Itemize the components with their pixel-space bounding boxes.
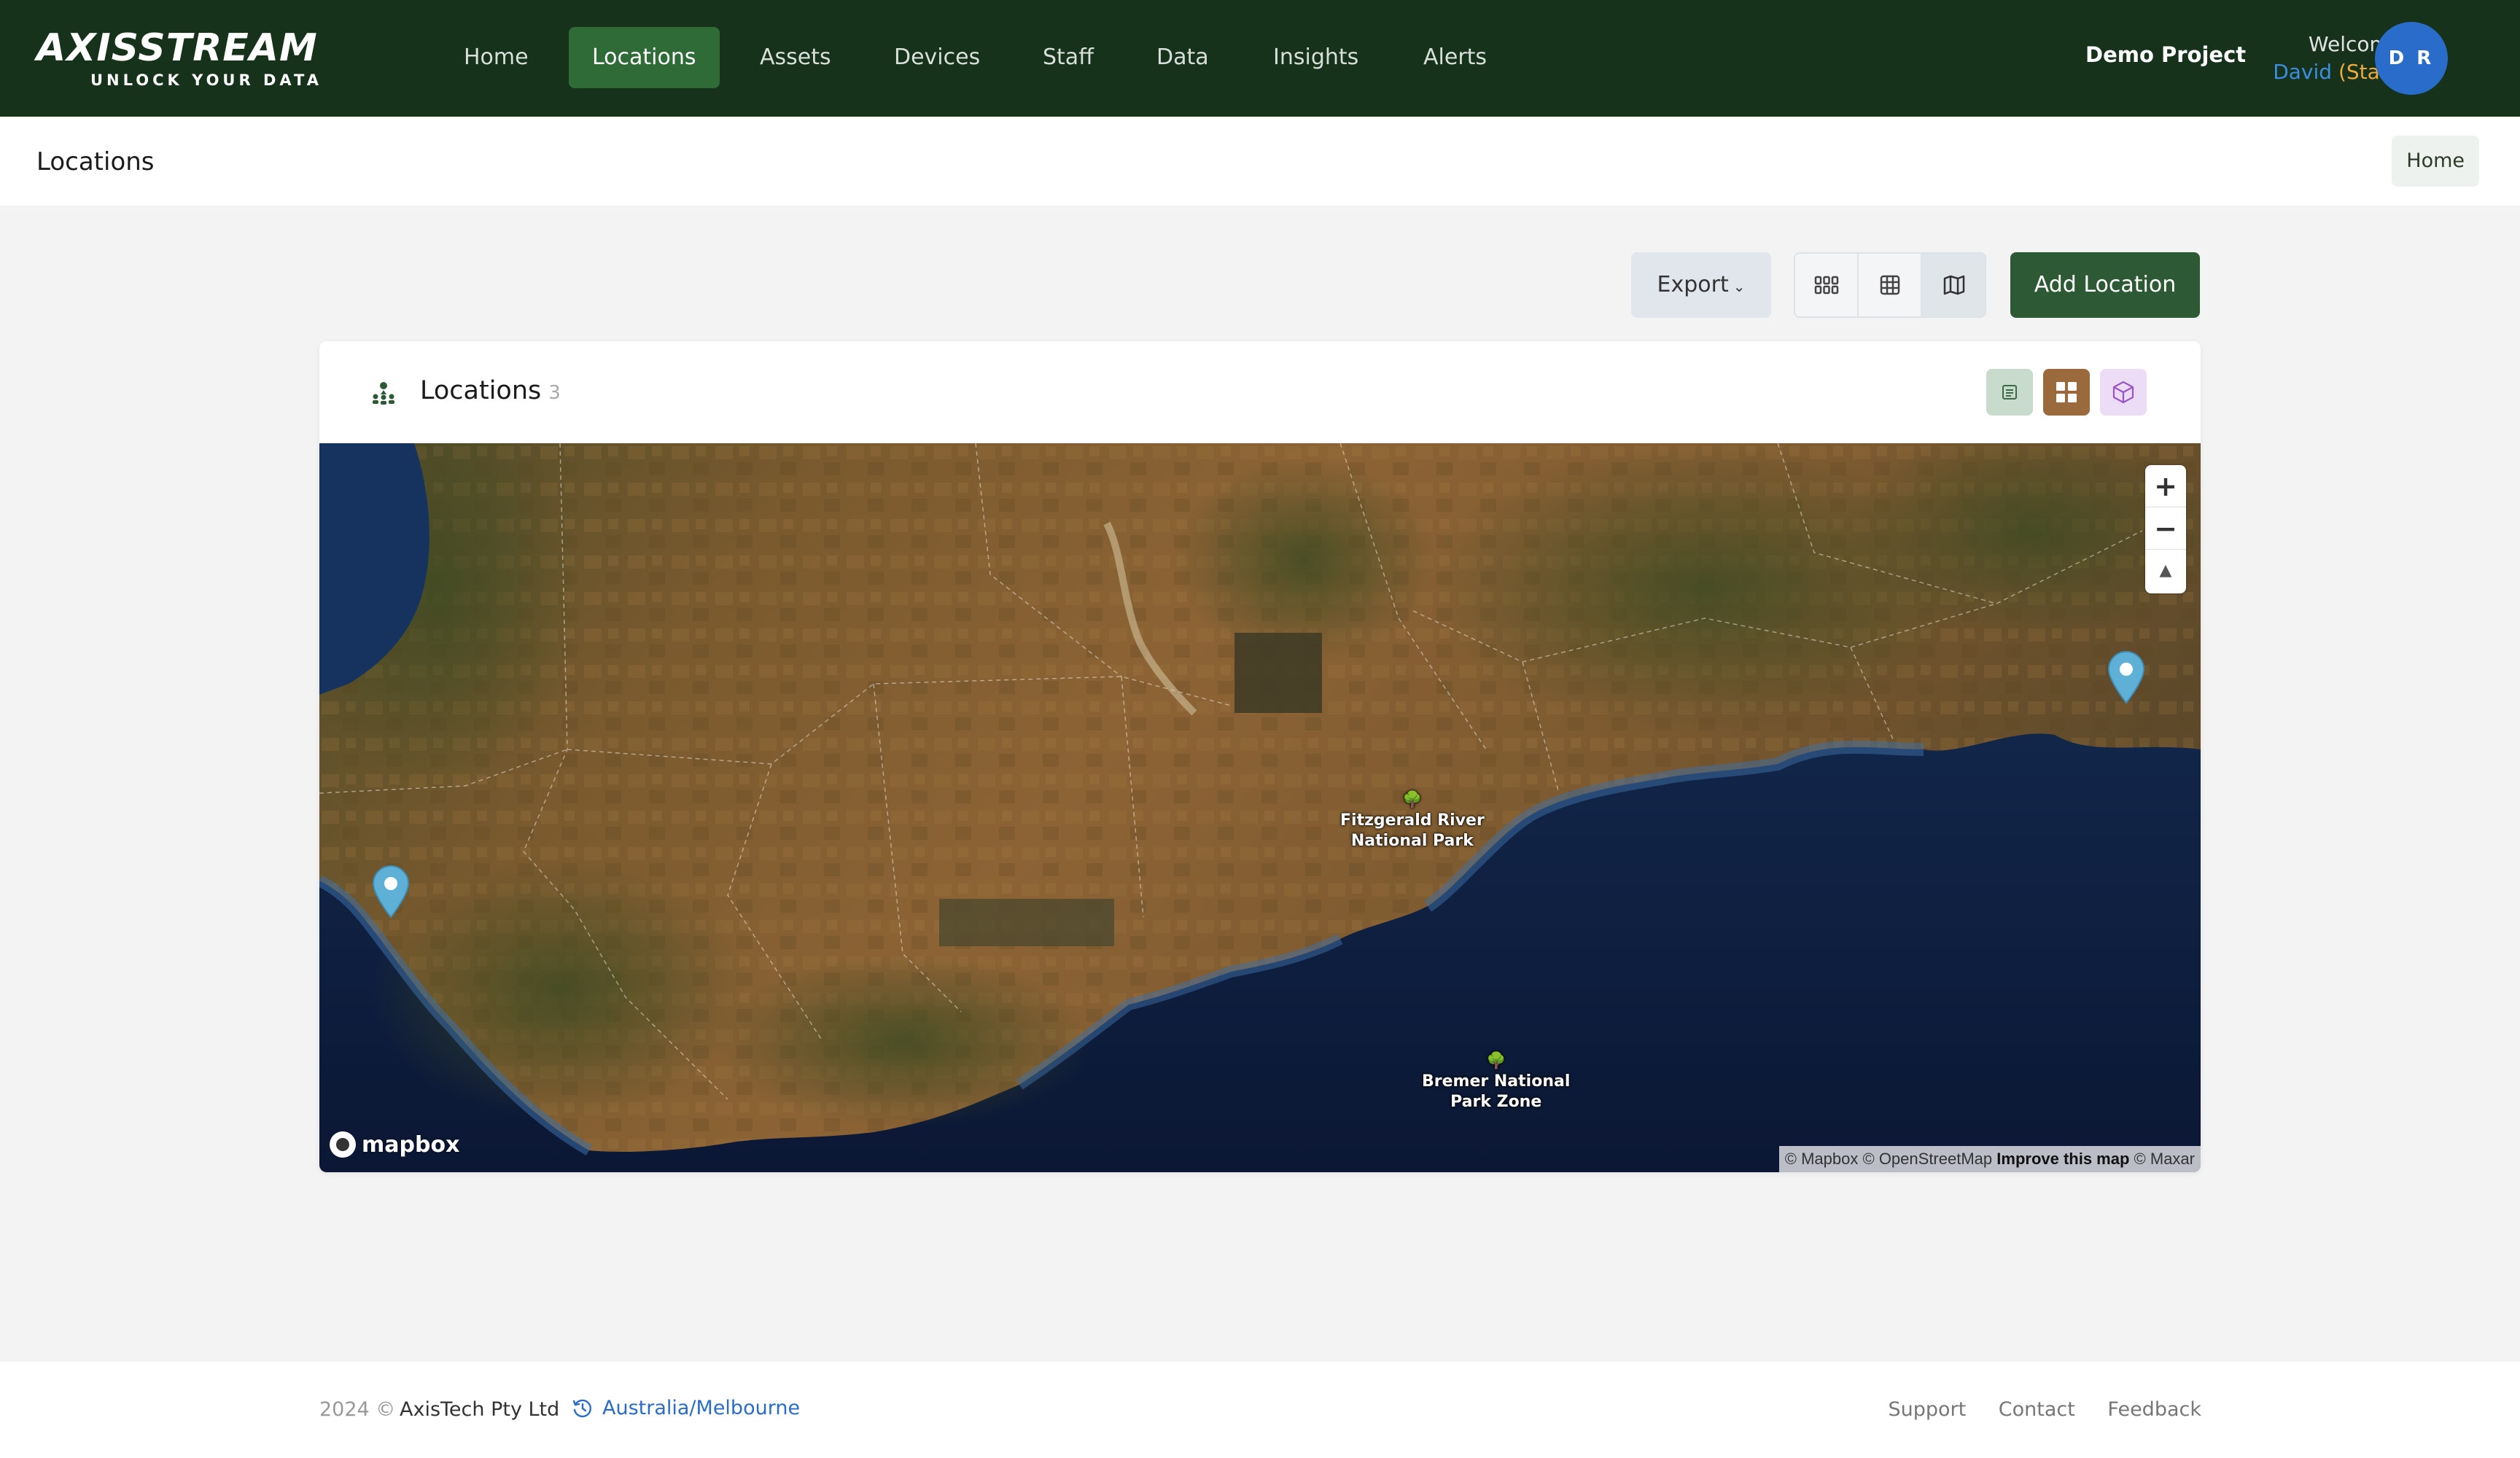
copyright-year: 2024 © — [319, 1398, 396, 1421]
user-name: David — [2273, 60, 2333, 84]
mapbox-logo[interactable]: mapbox — [330, 1131, 459, 1158]
company-name: AxisTech Pty Ltd — [400, 1398, 560, 1421]
feedback-link[interactable]: Feedback — [2107, 1398, 2201, 1421]
poi-bremer[interactable]: 🌳 Bremer National Park Zone — [1422, 1051, 1570, 1112]
grid-mode-button[interactable] — [2043, 369, 2090, 416]
satellite-map[interactable]: + − ▲ 🌳 Fitzgerald River National Park 🌳… — [319, 443, 2201, 1172]
card-title-text: Locations — [420, 376, 542, 405]
chevron-down-icon: ⌄ — [1732, 278, 1746, 295]
list-icon — [2002, 385, 2017, 399]
list-mode-button[interactable] — [1986, 369, 2033, 416]
view-mode-group — [1794, 252, 1986, 318]
park-icon: 🌳 — [1485, 1052, 1506, 1070]
mapbox-wordmark: mapbox — [362, 1131, 460, 1158]
3d-mode-button[interactable] — [2100, 369, 2147, 416]
export-label: Export — [1657, 272, 1729, 297]
contact-link[interactable]: Contact — [1999, 1398, 2075, 1421]
attribution-osm[interactable]: © OpenStreetMap — [1863, 1150, 1993, 1168]
poi-line2: Park Zone — [1450, 1093, 1542, 1111]
nav-staff[interactable]: Staff — [1019, 27, 1117, 88]
zoom-out-button[interactable]: − — [2145, 507, 2186, 550]
poi-fitzgerald-river[interactable]: 🌳 Fitzgerald River National Park — [1340, 790, 1485, 851]
nav-assets[interactable]: Assets — [736, 27, 855, 88]
table-view-button[interactable] — [1859, 254, 1922, 316]
compass-button[interactable]: ▲ — [2145, 550, 2186, 592]
user-avatar[interactable]: D R — [2375, 22, 2448, 95]
improve-map-link[interactable]: Improve this map — [1996, 1150, 2129, 1168]
project-selector[interactable]: Demo Project — [2085, 42, 2246, 67]
location-marker[interactable] — [370, 863, 411, 919]
grid-dots-icon — [1814, 276, 1838, 295]
nav-insights[interactable]: Insights — [1250, 27, 1382, 88]
breadcrumb-home[interactable]: Home — [2392, 136, 2479, 187]
nav-home[interactable]: Home — [440, 27, 552, 88]
brand-name: AXISSTREAM — [36, 26, 318, 70]
mapbox-icon — [330, 1131, 356, 1158]
location-marker[interactable] — [2106, 649, 2147, 704]
map-attribution: © Mapbox © OpenStreetMap Improve this ma… — [1778, 1146, 2201, 1172]
satellite-imagery — [319, 443, 2201, 1172]
poi-line2: National Park — [1350, 832, 1474, 850]
timezone-link[interactable]: Australia/Melbourne — [572, 1397, 800, 1419]
cube-icon — [2112, 381, 2134, 404]
nav-data[interactable]: Data — [1133, 27, 1232, 88]
poi-line1: Bremer National — [1422, 1072, 1571, 1091]
nav-locations[interactable]: Locations — [569, 27, 720, 88]
location-people-icon — [373, 382, 394, 405]
page-title: Locations — [36, 147, 155, 176]
export-button[interactable]: Export ⌄ — [1631, 252, 1771, 318]
add-location-button[interactable]: Add Location — [2010, 252, 2200, 318]
footer-links: Support Contact Feedback — [1862, 1398, 2201, 1421]
card-title: Locations 3 — [420, 376, 561, 405]
zoom-in-button[interactable]: + — [2145, 465, 2186, 507]
top-navbar: AXISSTREAM UNLOCK YOUR DATA Home Locatio… — [0, 0, 2520, 117]
location-count: 3 — [548, 382, 561, 404]
map-controls: + − ▲ — [2145, 465, 2186, 593]
park-icon: 🌳 — [1402, 791, 1423, 809]
page-header: Locations Home — [0, 117, 2520, 206]
timezone-label: Australia/Melbourne — [602, 1397, 801, 1419]
axisstream-logo[interactable]: AXISSTREAM UNLOCK YOUR DATA — [36, 26, 350, 92]
grid-dots-view-button[interactable] — [1795, 254, 1859, 316]
brand-tagline: UNLOCK YOUR DATA — [90, 71, 322, 89]
table-icon — [1880, 275, 1899, 295]
support-link[interactable]: Support — [1888, 1398, 1966, 1421]
footer: 2024 © AxisTech Pty Ltd Australia/Melbou… — [0, 1362, 2520, 1458]
attribution-maxar[interactable]: © Maxar — [2134, 1150, 2195, 1168]
map-view-button[interactable] — [1922, 254, 1985, 316]
poi-line1: Fitzgerald River — [1340, 811, 1485, 830]
history-clock-icon — [572, 1399, 592, 1417]
grid-icon — [2056, 382, 2077, 402]
nav-alerts[interactable]: Alerts — [1400, 27, 1510, 88]
locations-card: Locations 3 + − ▲ 🌳 Fitzgerald River Nat… — [319, 341, 2201, 1172]
map-icon — [1943, 275, 1964, 295]
attribution-mapbox[interactable]: © Mapbox — [1785, 1150, 1859, 1168]
nav-devices[interactable]: Devices — [871, 27, 1003, 88]
